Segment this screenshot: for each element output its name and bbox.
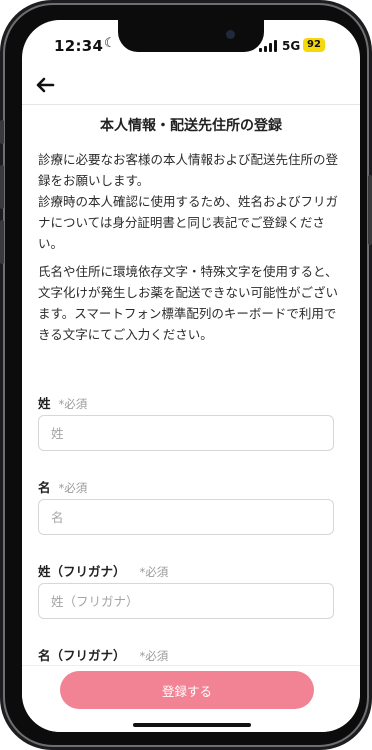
- battery-icon: 92: [303, 38, 325, 52]
- first-name-kana-label-text: 名（フリガナ）: [38, 648, 126, 663]
- notch: [118, 20, 264, 52]
- first-name-label-text: 名: [38, 480, 51, 495]
- first-name-input[interactable]: [38, 499, 334, 535]
- first-name-label: 名 *必須: [38, 477, 87, 496]
- required-marker: *必須: [139, 565, 169, 579]
- last-name-kana-input[interactable]: [38, 583, 334, 619]
- side-button-left-2: [0, 165, 4, 209]
- status-bar: 12:34 ☾ 5G 92: [22, 20, 360, 70]
- register-button[interactable]: 登録する: [60, 671, 314, 709]
- required-marker: *必須: [58, 397, 88, 411]
- side-button-left-3: [0, 220, 4, 264]
- notice-paragraph: 氏名や住所に環境依存文字・特殊文字を使用すると、文字化けが発生しお薬を配送できな…: [38, 264, 339, 342]
- home-indicator: [133, 723, 251, 727]
- required-marker: *必須: [58, 481, 88, 495]
- signal-icon: [259, 40, 277, 52]
- status-time: 12:34: [54, 37, 104, 55]
- phone-screen: 12:34 ☾ 5G 92 本人情報・配送先住所の登録 診療に必要なお客様の本人…: [22, 20, 360, 732]
- side-button-right: [368, 175, 372, 245]
- page-title: 本人情報・配送先住所の登録: [100, 118, 282, 134]
- last-name-input[interactable]: [38, 415, 334, 451]
- form-content: 本人情報・配送先住所の登録 診療に必要なお客様の本人情報および配送先住所の登録を…: [22, 105, 360, 665]
- last-name-kana-label: 姓（フリガナ） *必須: [38, 561, 168, 580]
- camera-icon: [226, 30, 235, 39]
- required-marker: *必須: [139, 649, 169, 663]
- back-arrow-icon[interactable]: [34, 74, 56, 96]
- moon-icon: ☾: [104, 36, 116, 51]
- last-name-kana-label-text: 姓（フリガナ）: [38, 564, 126, 579]
- network-label: 5G: [282, 39, 301, 53]
- last-name-label: 姓 *必須: [38, 393, 87, 412]
- last-name-label-text: 姓: [38, 396, 51, 411]
- side-button-left-1: [0, 120, 4, 144]
- nav-header: [22, 70, 360, 105]
- first-name-kana-label: 名（フリガナ） *必須: [38, 645, 168, 664]
- intro-paragraph: 診療に必要なお客様の本人情報および配送先住所の登録をお願いします。 診療時の本人…: [38, 152, 339, 251]
- footer-bar: 登録する: [22, 665, 360, 732]
